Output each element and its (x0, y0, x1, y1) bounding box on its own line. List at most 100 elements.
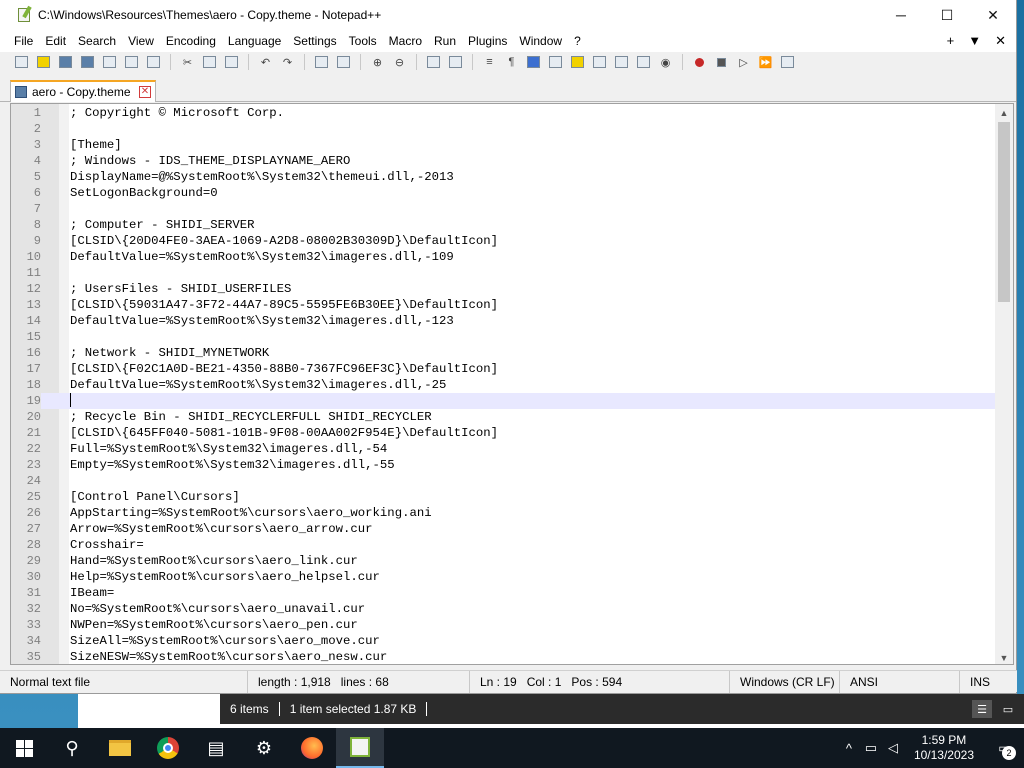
tab-close-icon[interactable]: ✕ (139, 86, 151, 98)
maximize-button[interactable]: ☐ (924, 0, 970, 30)
scrollbar-thumb[interactable] (998, 122, 1010, 302)
firefox-taskbar-icon[interactable] (288, 728, 336, 768)
search-icon[interactable]: ⚲ (48, 728, 96, 768)
close-all-icon[interactable] (122, 54, 141, 70)
code-line[interactable]: 28 Crosshair= (11, 537, 995, 553)
function-list-icon[interactable] (612, 54, 631, 70)
menu-window[interactable]: Window (513, 34, 568, 48)
define-language-icon[interactable] (546, 54, 565, 70)
undo-icon[interactable]: ↶ (256, 54, 275, 70)
scroll-up-icon[interactable]: ▲ (995, 104, 1013, 121)
chrome-taskbar-icon[interactable] (144, 728, 192, 768)
menu-file[interactable]: File (8, 34, 39, 48)
playback-macro-icon[interactable]: ▷ (734, 54, 753, 70)
code-line[interactable]: 5 DisplayName=@%SystemRoot%\System32\them… (11, 169, 995, 185)
notepad-plus-plus-taskbar-icon[interactable] (336, 728, 384, 768)
code-line[interactable]: 11 (11, 265, 995, 281)
scroll-down-icon[interactable]: ▼ (995, 649, 1013, 664)
code-line[interactable]: 34 SizeAll=%SystemRoot%\cursors\aero_move… (11, 633, 995, 649)
menu-macro[interactable]: Macro (383, 34, 428, 48)
code-line[interactable]: 26 AppStarting=%SystemRoot%\cursors\aero_… (11, 505, 995, 521)
code-line[interactable]: 21 [CLSID\{645FF040-5081-101B-9F08-00AA00… (11, 425, 995, 441)
minimize-button[interactable]: ─ (878, 0, 924, 30)
stop-recording-icon[interactable] (712, 54, 731, 70)
show-all-characters-icon[interactable]: ¶ (502, 54, 521, 70)
code-line[interactable]: 30 Help=%SystemRoot%\cursors\aero_helpsel… (11, 569, 995, 585)
indent-guide-icon[interactable] (524, 54, 543, 70)
code-line[interactable]: 14 DefaultValue=%SystemRoot%\System32\ima… (11, 313, 995, 329)
menu-run[interactable]: Run (428, 34, 462, 48)
clock[interactable]: 1:59 PM 10/13/2023 (904, 733, 984, 763)
menu-plugins[interactable]: Plugins (462, 34, 513, 48)
sync-horizontal-icon[interactable] (446, 54, 465, 70)
save-all-icon[interactable] (78, 54, 97, 70)
editor-area[interactable]: 1; Copyright © Microsoft Corp. 2 3 [Theme] 4… (10, 103, 1014, 665)
save-macro-icon[interactable] (778, 54, 797, 70)
menu-encoding[interactable]: Encoding (160, 34, 222, 48)
show-hidden-icons-chevron-icon[interactable]: ^ (838, 741, 860, 756)
code-line[interactable]: 20 ; Recycle Bin - SHIDI_RECYCLERFULL SHI… (11, 409, 995, 425)
volume-icon[interactable]: ◁ (882, 740, 904, 756)
menu-edit[interactable]: Edit (39, 34, 72, 48)
large-icons-view-icon[interactable]: ▭ (998, 700, 1018, 718)
print-icon[interactable] (144, 54, 163, 70)
menu-language[interactable]: Language (222, 34, 287, 48)
code-line[interactable]: 12 ; UsersFiles - SHIDI_USERFILES (11, 281, 995, 297)
menu-help[interactable]: ? (568, 34, 587, 48)
menu-settings[interactable]: Settings (287, 34, 342, 48)
code-line[interactable]: 16 ; Network - SHIDI_MYNETWORK (11, 345, 995, 361)
code-line[interactable]: 2 (11, 121, 995, 137)
code-line[interactable]: 9 [CLSID\{20D04FE0-3AEA-1069-A2D8-08002B3… (11, 233, 995, 249)
code-line[interactable]: 15 (11, 329, 995, 345)
code-line[interactable]: 35 SizeNESW=%SystemRoot%\cursors\aero_nes… (11, 649, 995, 664)
code-line[interactable]: 25 [Control Panel\Cursors] (11, 489, 995, 505)
word-wrap-icon[interactable]: ≡ (480, 54, 499, 70)
code-line[interactable]: 17 [CLSID\{F02C1A0D-BE21-4350-88B0-7367FC… (11, 361, 995, 377)
document-list-icon[interactable] (590, 54, 609, 70)
code-line[interactable]: 19 (11, 393, 995, 409)
code-line[interactable]: 32 No=%SystemRoot%\cursors\aero_unavail.c… (11, 601, 995, 617)
save-icon[interactable] (56, 54, 75, 70)
network-icon[interactable]: ▭ (860, 740, 882, 756)
code-line[interactable]: 7 (11, 201, 995, 217)
find-icon[interactable] (312, 54, 331, 70)
document-map-icon[interactable] (568, 54, 587, 70)
code-line[interactable]: 3 [Theme] (11, 137, 995, 153)
notification-center-icon[interactable]: ▭2 (984, 728, 1024, 768)
new-file-icon[interactable] (12, 54, 31, 70)
computer-management-taskbar-icon[interactable]: ▤ (192, 728, 240, 768)
tab-list-dropdown-icon[interactable]: ▼ (968, 33, 981, 49)
menu-search[interactable]: Search (72, 34, 122, 48)
close-button[interactable]: ✕ (970, 0, 1016, 30)
close-document-icon[interactable]: ✕ (995, 33, 1006, 49)
start-button[interactable] (0, 728, 48, 768)
close-file-icon[interactable] (100, 54, 119, 70)
code-line[interactable]: 6 SetLogonBackground=0 (11, 185, 995, 201)
monitoring-icon[interactable]: ◉ (656, 54, 675, 70)
record-macro-icon[interactable] (690, 54, 709, 70)
zoom-in-icon[interactable]: ⊕ (368, 54, 387, 70)
code-line[interactable]: 23 Empty=%SystemRoot%\System32\imageres.d… (11, 457, 995, 473)
code-line[interactable]: 27 Arrow=%SystemRoot%\cursors\aero_arrow.… (11, 521, 995, 537)
zoom-out-icon[interactable]: ⊖ (390, 54, 409, 70)
code-line[interactable]: 24 (11, 473, 995, 489)
copy-icon[interactable] (200, 54, 219, 70)
code-line[interactable]: 22 Full=%SystemRoot%\System32\imageres.dl… (11, 441, 995, 457)
run-macro-multiple-icon[interactable]: ⏩ (756, 54, 775, 70)
details-view-icon[interactable]: ☰ (972, 700, 992, 718)
settings-gear-icon[interactable]: ⚙ (240, 728, 288, 768)
code-line[interactable]: 33 NWPen=%SystemRoot%\cursors\aero_pen.cu… (11, 617, 995, 633)
code-line[interactable]: 4 ; Windows - IDS_THEME_DISPLAYNAME_AERO (11, 153, 995, 169)
replace-icon[interactable] (334, 54, 353, 70)
code-line[interactable]: 31 IBeam= (11, 585, 995, 601)
tab-aero-copy-theme[interactable]: aero - Copy.theme ✕ (10, 80, 156, 102)
code-line[interactable]: 13 [CLSID\{59031A47-3F72-44A7-89C5-5595FE… (11, 297, 995, 313)
file-explorer-taskbar-icon[interactable] (96, 728, 144, 768)
menu-tools[interactable]: Tools (343, 34, 383, 48)
vertical-scrollbar[interactable]: ▲ ▼ (995, 104, 1013, 664)
menu-view[interactable]: View (122, 34, 160, 48)
folder-as-workspace-icon[interactable] (634, 54, 653, 70)
sync-vertical-icon[interactable] (424, 54, 443, 70)
code-line[interactable]: 18 DefaultValue=%SystemRoot%\System32\ima… (11, 377, 995, 393)
redo-icon[interactable]: ↷ (278, 54, 297, 70)
